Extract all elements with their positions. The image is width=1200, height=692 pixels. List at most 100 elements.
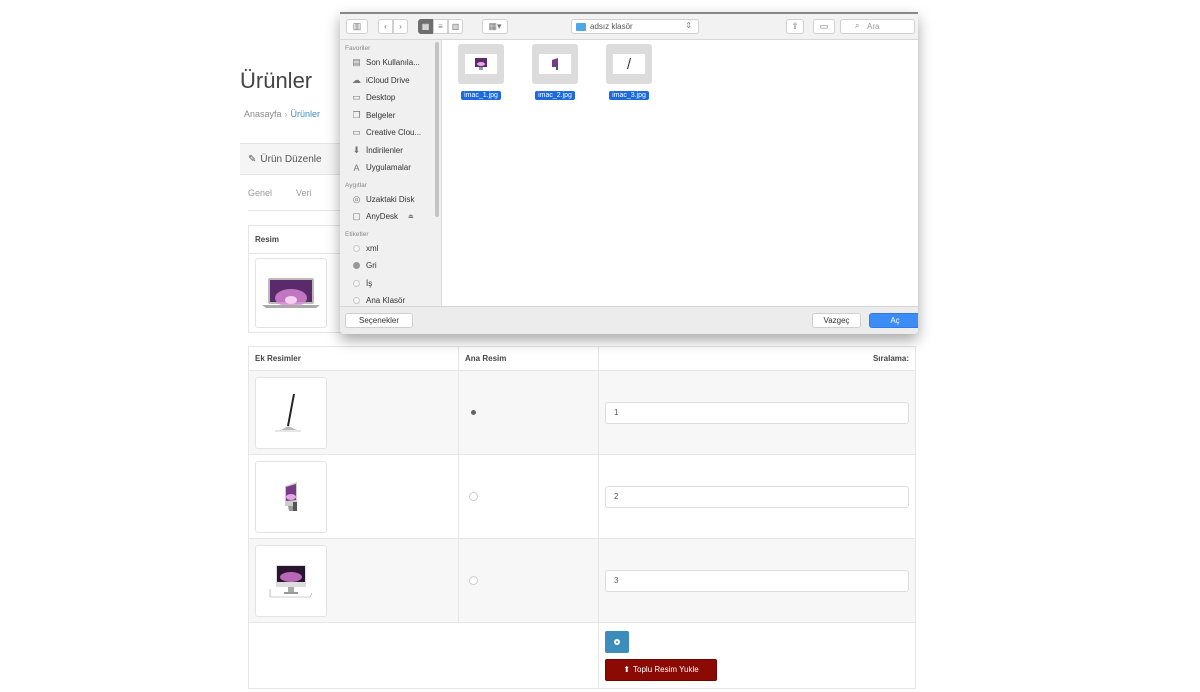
tag-dot-icon <box>353 297 360 305</box>
drive-icon: ▢ <box>352 211 361 222</box>
file-browser: imac_1.jpg imac_2.jpg imac_3.jpg <box>443 40 918 306</box>
sidebar-item-creative-cloud[interactable]: ▭ Creative Clou... <box>340 124 441 142</box>
tab-bar: Genel Veri <box>248 188 336 198</box>
table-row <box>248 370 916 455</box>
main-image-thumbnail[interactable] <box>255 258 327 328</box>
tag-icon: ▭ <box>819 21 829 31</box>
cancel-button[interactable]: Vazgeç <box>812 313 861 328</box>
nav-buttons: ‹ › <box>378 19 408 34</box>
dialog-sidebar: Favoriler ▤ Son Kullanıla... ☁ iCloud Driv… <box>340 40 442 306</box>
file-item[interactable]: imac_3.jpg <box>606 44 652 102</box>
sidebar-item-desktop[interactable]: ▭ Desktop <box>340 89 441 107</box>
column-view-button[interactable]: ▥ <box>448 19 463 34</box>
share-icon: ⇪ <box>791 21 799 31</box>
tab-genel[interactable]: Genel <box>248 188 272 198</box>
sidebar-item-documents[interactable]: ❐ Belgeler <box>340 107 441 125</box>
favorites-heading: Favoriler <box>345 45 371 52</box>
sidebar-item-remote-disc[interactable]: ◎ Uzaktaki Disk <box>340 191 441 209</box>
devices-heading: Aygıtlar <box>345 181 367 189</box>
back-button[interactable]: ‹ <box>378 19 393 34</box>
sidebar-item-icloud[interactable]: ☁ iCloud Drive <box>340 72 441 90</box>
disc-icon: ◎ <box>352 193 361 204</box>
breadcrumb-separator: › <box>284 109 288 119</box>
sidebar-item-recents[interactable]: ▤ Son Kullanıla... <box>340 54 441 72</box>
main-image-radio[interactable] <box>469 491 478 501</box>
header-images: Ek Resimler <box>248 346 459 371</box>
sidebar-item-label: iCloud Drive <box>366 75 410 85</box>
tab-veri[interactable]: Veri <box>296 188 312 198</box>
tag-dot-icon <box>353 262 360 270</box>
sidebar-toggle-button[interactable]: ▥ <box>346 19 368 34</box>
plus-circle-icon <box>614 638 620 645</box>
bulk-upload-label: Toplu Resim Yukle <box>633 665 699 674</box>
list-view-icon: ≡ <box>438 22 443 31</box>
table-row <box>248 538 916 623</box>
cloud-icon: ☁ <box>352 74 361 85</box>
file-name: imac_2.jpg <box>535 91 575 100</box>
imac-front-image <box>269 564 313 597</box>
search-field[interactable]: ⌕ Ara <box>840 19 915 34</box>
sidebar-item-label: Son Kullanıla... <box>366 58 420 68</box>
eject-icon[interactable]: ⏏ <box>408 213 414 220</box>
sidebar-item-label: İş <box>366 278 373 288</box>
documents-icon: ❐ <box>352 109 361 120</box>
open-button[interactable]: Aç <box>869 313 918 328</box>
options-button[interactable]: Seçenekler <box>345 313 413 328</box>
location-select[interactable]: adsız klasör ⇕ <box>571 19 699 34</box>
applications-icon: A <box>353 162 360 173</box>
icon-view-icon: ▦ <box>421 22 430 31</box>
additional-image-thumbnail[interactable] <box>255 376 327 449</box>
folder-icon <box>576 22 586 31</box>
add-image-button[interactable] <box>605 630 629 653</box>
list-view-button[interactable]: ≡ <box>433 19 448 34</box>
back-icon: ‹ <box>384 22 387 31</box>
recents-icon: ▤ <box>352 57 361 68</box>
folder-icon: ▭ <box>352 127 361 138</box>
download-icon: ⬇ <box>352 144 361 155</box>
panel-title: Ürün Düzenle <box>260 154 322 165</box>
sidebar-tag-gray[interactable]: Gri <box>340 257 441 275</box>
additional-image-thumbnail[interactable] <box>255 544 327 617</box>
column-view-icon: ▥ <box>451 22 460 31</box>
file-item[interactable]: imac_2.jpg <box>532 44 578 102</box>
share-button[interactable]: ⇪ <box>786 19 804 34</box>
additional-image-thumbnail[interactable] <box>255 460 327 533</box>
order-input[interactable] <box>605 569 909 592</box>
sidebar-item-downloads[interactable]: ⬇ İndirilenler <box>340 142 441 160</box>
sidebar-item-applications[interactable]: A Uygulamalar <box>340 159 441 177</box>
icon-view-button[interactable]: ▦ <box>418 19 433 34</box>
tag-button[interactable]: ▭ <box>813 19 835 34</box>
sidebar-tag-work[interactable]: İş <box>340 275 441 293</box>
imac-angle-image <box>552 58 558 70</box>
tags-heading: Etiketler <box>345 230 369 238</box>
file-name: imac_3.jpg <box>609 91 649 100</box>
main-image-header: Resim <box>249 226 347 254</box>
file-item[interactable]: imac_1.jpg <box>458 44 504 102</box>
bulk-upload-button[interactable]: ⬆ Toplu Resim Yukle <box>605 658 717 681</box>
header-main-image: Ana Resim <box>458 346 599 371</box>
upload-icon: ⬆ <box>623 665 631 674</box>
main-image-radio[interactable] <box>469 408 478 417</box>
breadcrumb-current[interactable]: Ürünler <box>291 109 321 119</box>
sidebar-item-label: Creative Clou... <box>366 128 422 138</box>
sidebar-tag-xml[interactable]: xml <box>340 240 441 258</box>
sidebar-item-anydesk[interactable]: ▢ AnyDesk ⏏ <box>340 208 441 226</box>
main-image-panel: Resim <box>248 225 348 333</box>
sidebar-item-label: Gri <box>366 261 377 271</box>
forward-button[interactable]: › <box>393 19 408 34</box>
sidebar-tag-home[interactable]: Ana Klasör <box>340 292 441 306</box>
table-header-row: Ek Resimler Ana Resim Sıralama: <box>248 346 916 371</box>
sidebar-scrollbar[interactable] <box>435 42 439 217</box>
imac-front-image <box>475 58 487 70</box>
main-image-radio[interactable] <box>469 575 478 585</box>
additional-images-table: Ek Resimler Ana Resim Sıralama: 1 2 3 ⬆ … <box>248 346 916 689</box>
search-icon: ⌕ <box>855 21 860 30</box>
order-input[interactable] <box>605 485 909 508</box>
sidebar-item-label: Uzaktaki Disk <box>366 194 415 204</box>
table-row <box>248 454 916 539</box>
gallery-view-button[interactable]: ▦▾ <box>482 19 508 34</box>
breadcrumb-home[interactable]: Anasayfa <box>244 109 282 119</box>
search-placeholder: Ara <box>867 22 880 31</box>
order-input[interactable] <box>605 401 909 424</box>
panel-header: ✎ Ürün Düzenle <box>240 143 350 175</box>
